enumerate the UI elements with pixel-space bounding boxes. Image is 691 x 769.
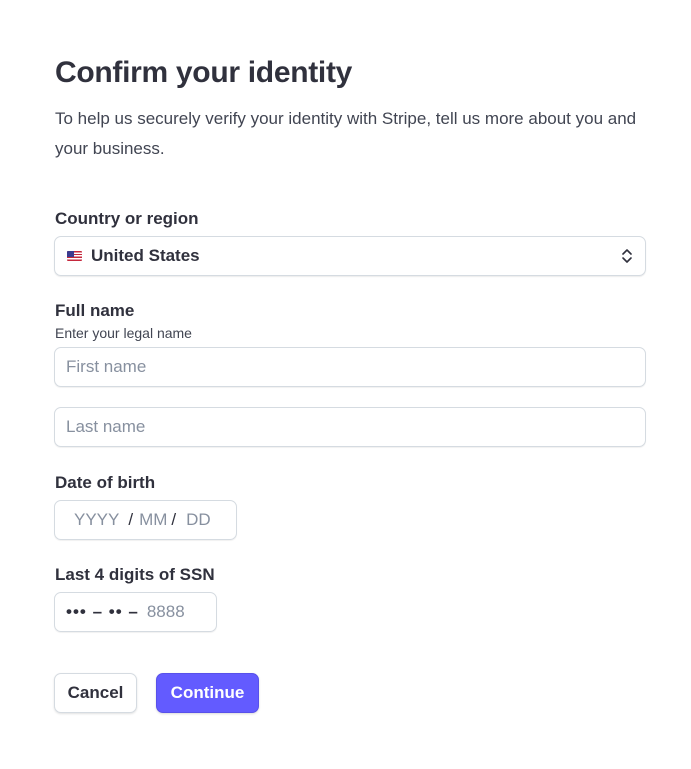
dob-day-field[interactable]: DD <box>186 510 211 530</box>
last-name-input[interactable] <box>54 407 646 447</box>
us-flag-icon <box>67 251 82 261</box>
full-name-label: Full name <box>55 301 135 320</box>
dob-year-field[interactable]: YYYY <box>74 510 119 530</box>
page-subtitle: To help us securely verify your identity… <box>55 109 637 158</box>
continue-button[interactable]: Continue <box>156 673 259 713</box>
full-name-hint: Enter your legal name <box>55 325 192 341</box>
cancel-button[interactable]: Cancel <box>54 673 137 713</box>
form-actions: Cancel Continue <box>54 673 646 713</box>
ssn-placeholder: 8888 <box>146 602 185 621</box>
date-of-birth-label: Date of birth <box>55 473 156 492</box>
country-select-value: United States <box>91 246 200 265</box>
country-label: Country or region <box>55 209 199 228</box>
dob-separator: / <box>171 510 177 529</box>
dob-month-field[interactable]: MM <box>139 510 167 530</box>
dob-separator: / <box>128 510 134 529</box>
identity-form: Confirm your identity To help us securel… <box>0 0 691 713</box>
page-title: Confirm your identity <box>55 56 353 89</box>
date-of-birth-input[interactable]: YYYY / MM / DD <box>54 500 237 540</box>
ssn-input[interactable]: ••• – •• – 8888 <box>54 592 217 632</box>
country-select[interactable]: United States <box>54 236 646 276</box>
first-name-input[interactable] <box>54 347 646 387</box>
ssn-mask: ••• – •• – <box>66 602 139 621</box>
ssn-label: Last 4 digits of SSN <box>55 565 215 584</box>
chevron-up-down-icon <box>622 249 632 263</box>
